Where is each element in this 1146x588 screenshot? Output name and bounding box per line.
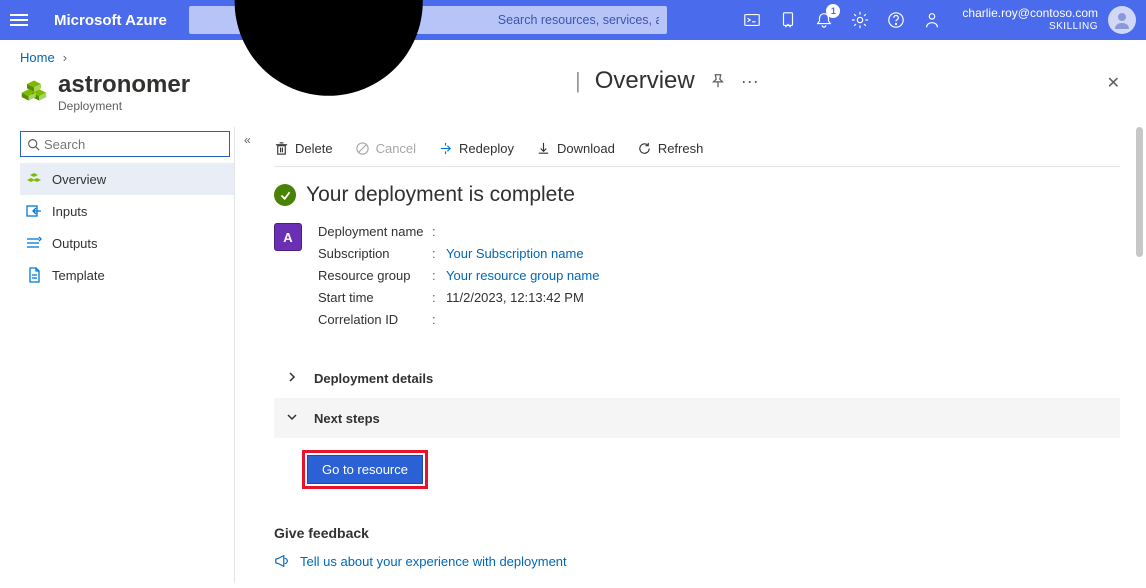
- value-start-time: 11/2/2023, 12:13:42 PM: [446, 287, 584, 309]
- status-title: Your deployment is complete: [306, 183, 575, 207]
- sidebar-item-overview[interactable]: Overview: [20, 163, 234, 195]
- cubes-icon: [26, 171, 42, 187]
- refresh-label: Refresh: [658, 141, 704, 156]
- main-content: Delete Cancel Redeploy Download Refresh …: [234, 127, 1146, 583]
- status-banner: Your deployment is complete: [274, 183, 1120, 207]
- settings-icon[interactable]: [842, 0, 878, 40]
- template-icon: [26, 267, 42, 283]
- global-header: Microsoft Azure 1 charlie.roy@contoso.co…: [0, 0, 1146, 40]
- directory-filter-icon[interactable]: [770, 0, 806, 40]
- delete-button[interactable]: Delete: [274, 141, 333, 156]
- more-menu[interactable]: ···: [741, 71, 759, 92]
- sidebar: « Overview Inputs Outputs Template: [0, 127, 234, 583]
- accordion-title: Deployment details: [314, 371, 433, 386]
- label-start-time: Start time: [318, 287, 432, 309]
- user-tenant: SKILLING: [1049, 21, 1098, 33]
- label-subscription: Subscription: [318, 243, 432, 265]
- global-search[interactable]: [189, 6, 667, 34]
- cloud-shell-icon[interactable]: [734, 0, 770, 40]
- sidebar-item-inputs[interactable]: Inputs: [20, 195, 234, 227]
- page-title: astronomer: [58, 71, 190, 99]
- accordion-next-steps[interactable]: Next steps: [274, 398, 1120, 438]
- deployment-summary: A Deployment name: Subscription:Your Sub…: [274, 221, 1120, 331]
- go-to-resource-button[interactable]: Go to resource: [307, 455, 423, 484]
- label-resource-group: Resource group: [318, 265, 432, 287]
- refresh-button[interactable]: Refresh: [637, 141, 704, 156]
- download-button[interactable]: Download: [536, 141, 615, 156]
- sidebar-item-label: Outputs: [52, 236, 98, 251]
- feedback-link-label: Tell us about your experience with deplo…: [300, 554, 567, 569]
- avatar[interactable]: [1108, 6, 1136, 34]
- command-bar: Delete Cancel Redeploy Download Refresh: [274, 131, 1120, 167]
- scrollbar[interactable]: [1132, 127, 1146, 583]
- provider-icon: A: [274, 223, 302, 251]
- megaphone-icon: [274, 553, 290, 569]
- label-deployment-name: Deployment name: [318, 221, 432, 243]
- success-icon: [274, 184, 296, 206]
- sidebar-item-outputs[interactable]: Outputs: [20, 227, 234, 259]
- cancel-label: Cancel: [376, 141, 416, 156]
- search-icon: [27, 138, 40, 151]
- divider: |: [575, 68, 581, 94]
- chevron-right-icon: [286, 371, 298, 386]
- value-resource-group[interactable]: Your resource group name: [446, 265, 599, 287]
- callout-highlight: Go to resource: [302, 450, 428, 489]
- notification-badge: 1: [826, 4, 840, 18]
- sidebar-item-template[interactable]: Template: [20, 259, 234, 291]
- feedback-link[interactable]: Tell us about your experience with deplo…: [274, 553, 1120, 569]
- blade-title: Overview: [595, 67, 695, 95]
- brand[interactable]: Microsoft Azure: [54, 12, 167, 29]
- sidebar-item-label: Template: [52, 268, 105, 283]
- feedback-icon[interactable]: [914, 0, 950, 40]
- accordion-title: Next steps: [314, 411, 380, 426]
- outputs-icon: [26, 235, 42, 251]
- resource-type-label: Deployment: [58, 99, 190, 113]
- nav-menu-button[interactable]: [10, 14, 36, 26]
- redeploy-button[interactable]: Redeploy: [438, 141, 514, 156]
- resource-type-icon: [20, 77, 48, 105]
- chevron-down-icon: [286, 411, 298, 426]
- close-icon[interactable]: ✕: [1107, 73, 1120, 93]
- global-search-input[interactable]: [498, 13, 659, 27]
- sidebar-item-label: Overview: [52, 172, 106, 187]
- pin-icon[interactable]: [709, 72, 727, 90]
- notifications-icon[interactable]: 1: [806, 0, 842, 40]
- redeploy-label: Redeploy: [459, 141, 514, 156]
- account-block[interactable]: charlie.roy@contoso.com SKILLING: [962, 7, 1098, 32]
- delete-label: Delete: [295, 141, 333, 156]
- user-email: charlie.roy@contoso.com: [962, 7, 1098, 21]
- inputs-icon: [26, 203, 42, 219]
- accordion-deployment-details[interactable]: Deployment details: [274, 358, 1120, 398]
- value-subscription[interactable]: Your Subscription name: [446, 243, 584, 265]
- cancel-button: Cancel: [355, 141, 416, 156]
- chevron-right-icon: ›: [63, 50, 67, 65]
- breadcrumb-home[interactable]: Home: [20, 50, 55, 65]
- divider: [234, 127, 235, 583]
- label-correlation-id: Correlation ID: [318, 309, 432, 331]
- feedback-heading: Give feedback: [274, 525, 1120, 541]
- breadcrumb: Home ›: [0, 40, 1146, 65]
- help-icon[interactable]: [878, 0, 914, 40]
- sidebar-item-label: Inputs: [52, 204, 87, 219]
- sidebar-search[interactable]: [20, 131, 230, 157]
- sidebar-search-input[interactable]: [44, 137, 223, 152]
- download-label: Download: [557, 141, 615, 156]
- page-header: astronomer Deployment | Overview ··· ✕: [0, 65, 1146, 127]
